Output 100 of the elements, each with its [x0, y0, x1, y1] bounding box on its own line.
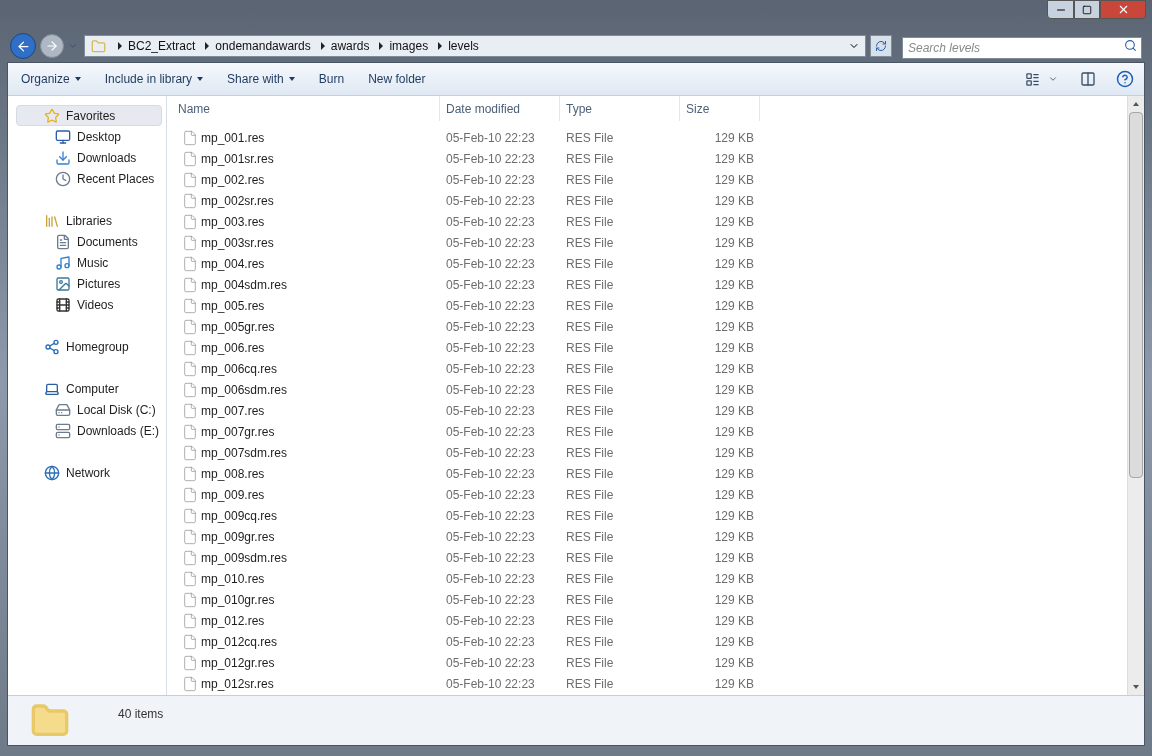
- toolbar-button[interactable]: Organize: [16, 67, 86, 91]
- scrollbar-thumb[interactable]: [1129, 112, 1143, 478]
- size-cell: 129 KB: [714, 634, 754, 649]
- breadcrumb[interactable]: ondemandawards: [215, 37, 311, 55]
- file-name[interactable]: mp_002sr.res: [201, 191, 274, 210]
- close-button[interactable]: [1100, 0, 1146, 19]
- file-name[interactable]: mp_008.res: [201, 464, 265, 483]
- search-field[interactable]: Search levels: [902, 37, 1142, 59]
- file-name[interactable]: mp_012cq.res: [201, 632, 278, 651]
- nav-item[interactable]: Desktop: [16, 126, 162, 147]
- file-name[interactable]: mp_009.res: [201, 485, 265, 504]
- type-cell: RES File: [566, 382, 614, 397]
- type-cell: RES File: [566, 235, 614, 250]
- type-cell: RES File: [566, 319, 614, 334]
- film-icon: [55, 296, 71, 313]
- nav-item[interactable]: Pictures: [16, 273, 162, 294]
- file-name[interactable]: mp_007sdm.res: [201, 443, 288, 462]
- file-name[interactable]: mp_009cq.res: [201, 506, 278, 525]
- breadcrumb[interactable]: BC2_Extract: [128, 37, 196, 55]
- chevron-icon[interactable]: [320, 42, 325, 50]
- minimize-button[interactable]: [1047, 0, 1074, 19]
- nav-item[interactable]: Local Disk (C:): [16, 399, 162, 420]
- size-cell: 129 KB: [714, 130, 754, 145]
- type-cell: RES File: [566, 571, 614, 586]
- breadcrumb[interactable]: images: [389, 37, 429, 55]
- file-name[interactable]: mp_010.res: [201, 569, 265, 588]
- date-cell: 05-Feb-10 22:23: [446, 172, 535, 187]
- column-header[interactable]: Type: [560, 96, 680, 121]
- nav-item[interactable]: Network: [16, 462, 162, 483]
- toolbar-button[interactable]: New folder: [363, 67, 431, 91]
- size-cell: 129 KB: [714, 151, 754, 166]
- date-cell: 05-Feb-10 22:23: [446, 277, 535, 292]
- refresh-button[interactable]: [870, 35, 892, 57]
- date-cell: 05-Feb-10 22:23: [446, 256, 535, 271]
- nav-item[interactable]: Favorites: [16, 105, 162, 126]
- date-cell: 05-Feb-10 22:23: [446, 361, 535, 376]
- scroll-down-icon[interactable]: [1133, 685, 1139, 689]
- chevron-icon[interactable]: [118, 42, 122, 50]
- file-name[interactable]: mp_012sr.res: [201, 674, 274, 693]
- dropdown-arrow-icon: [197, 77, 204, 81]
- file-name[interactable]: mp_006.res: [201, 338, 265, 357]
- type-cell: RES File: [566, 634, 614, 649]
- nav-item[interactable]: Music: [16, 252, 162, 273]
- file-name[interactable]: mp_012.res: [201, 611, 265, 630]
- type-cell: RES File: [566, 550, 614, 565]
- file-name[interactable]: mp_001.res: [201, 128, 265, 147]
- file-name[interactable]: mp_007gr.res: [201, 422, 275, 441]
- column-header[interactable]: Date modified: [440, 96, 560, 121]
- column-header[interactable]: Size: [680, 96, 760, 121]
- nav-item[interactable]: Computer: [16, 378, 162, 399]
- pane-icon: [1080, 71, 1096, 87]
- folder-icon: [91, 38, 106, 54]
- file-name[interactable]: mp_002.res: [201, 170, 265, 189]
- file-name[interactable]: mp_003.res: [201, 212, 265, 231]
- breadcrumb[interactable]: awards: [330, 37, 370, 55]
- nav-item[interactable]: Homegroup: [16, 336, 162, 357]
- toolbar-button[interactable]: Share with: [222, 67, 300, 91]
- size-cell: 129 KB: [714, 592, 754, 607]
- size-cell: 129 KB: [714, 550, 754, 565]
- file-name[interactable]: mp_005.res: [201, 296, 265, 315]
- file-name[interactable]: mp_010gr.res: [201, 590, 275, 609]
- file-name[interactable]: mp_004.res: [201, 254, 265, 273]
- file-name[interactable]: mp_009gr.res: [201, 527, 275, 546]
- toolbar-button[interactable]: Include in library: [99, 67, 209, 91]
- toolbar-button[interactable]: Burn: [313, 67, 350, 91]
- nav-item[interactable]: Recent Places: [16, 168, 162, 189]
- column-header[interactable]: Name: [167, 96, 440, 121]
- nav-item[interactable]: Documents: [16, 231, 162, 252]
- file-icon: [182, 276, 198, 293]
- chevron-icon[interactable]: [205, 42, 210, 50]
- file-name[interactable]: mp_001sr.res: [201, 149, 274, 168]
- file-name[interactable]: mp_012gr.res: [201, 653, 275, 672]
- file-icon: [182, 570, 198, 587]
- maximize-button[interactable]: [1074, 0, 1100, 19]
- chevron-icon[interactable]: [438, 42, 443, 50]
- file-name[interactable]: mp_006cq.res: [201, 359, 278, 378]
- date-cell: 05-Feb-10 22:23: [446, 340, 535, 355]
- date-cell: 05-Feb-10 22:23: [446, 550, 535, 565]
- scrollbar[interactable]: [1127, 96, 1144, 695]
- chevron-icon[interactable]: [379, 42, 384, 50]
- file-name[interactable]: mp_005gr.res: [201, 317, 275, 336]
- type-cell: RES File: [566, 298, 614, 313]
- date-cell: 05-Feb-10 22:23: [446, 487, 535, 502]
- nav-item[interactable]: Downloads: [16, 147, 162, 168]
- nav-item[interactable]: Downloads (E:): [16, 420, 162, 441]
- forward-button[interactable]: [40, 34, 64, 58]
- back-button[interactable]: [10, 33, 36, 59]
- nav-item[interactable]: Videos: [16, 294, 162, 315]
- file-icon: [182, 255, 198, 272]
- size-cell: 129 KB: [714, 298, 754, 313]
- file-name[interactable]: mp_003sr.res: [201, 233, 274, 252]
- type-cell: RES File: [566, 340, 614, 355]
- file-name[interactable]: mp_006sdm.res: [201, 380, 288, 399]
- scroll-up-icon[interactable]: [1133, 102, 1139, 106]
- breadcrumb[interactable]: levels: [448, 37, 479, 55]
- file-icon: [182, 654, 198, 671]
- file-name[interactable]: mp_004sdm.res: [201, 275, 288, 294]
- nav-item[interactable]: Libraries: [16, 210, 162, 231]
- file-name[interactable]: mp_007.res: [201, 401, 265, 420]
- file-name[interactable]: mp_009sdm.res: [201, 548, 288, 567]
